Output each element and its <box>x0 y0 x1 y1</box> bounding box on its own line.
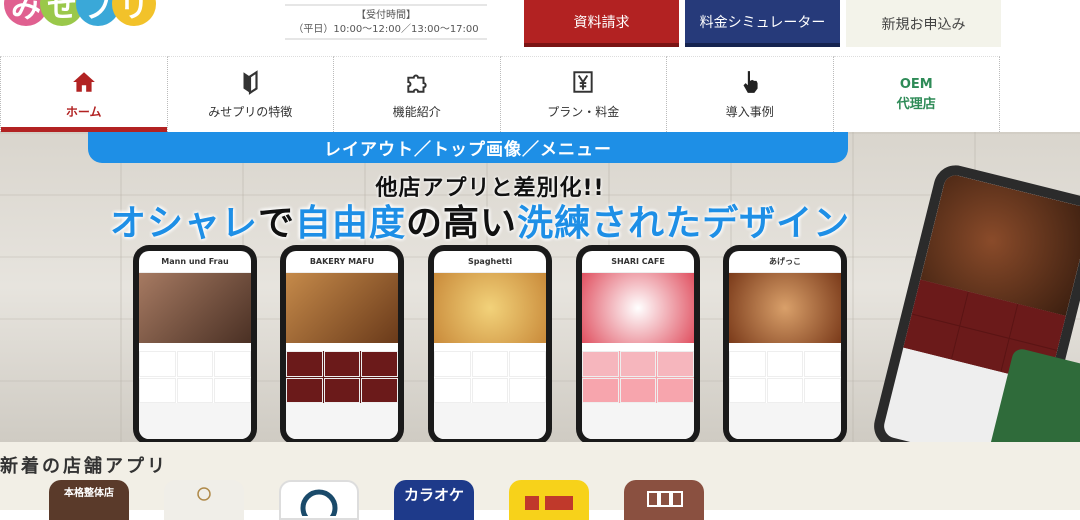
phone-hero-image <box>582 273 694 343</box>
phone-app-name: BAKERY MAFU <box>286 251 398 273</box>
phone-app-name: あげっこ <box>729 251 841 273</box>
app-icon[interactable] <box>509 480 589 520</box>
nav-item-cases[interactable]: 導入事例 <box>667 56 834 132</box>
nav-item-home[interactable]: ホーム <box>0 56 168 132</box>
headline-part: オシャレ <box>110 203 259 244</box>
new-apps-section: 新着の店舗アプリ 本格整体店 カラオケ <box>0 442 1080 520</box>
main-nav: ホーム みせプリの特徴 機能紹介 プラン・料金 導入事例 OEM 代理店 <box>0 56 1000 132</box>
flower-icon <box>197 487 211 501</box>
hours-title: 【受付時間】 <box>356 10 416 21</box>
headline-part: 自由度 <box>295 203 407 244</box>
nav-label-agency: 代理店 <box>896 96 936 112</box>
phone-hero-image <box>286 273 398 343</box>
headline-part: の高い <box>406 203 518 244</box>
misepri-logo[interactable]: み せ プ リ <box>0 0 160 27</box>
nav-label-home: ホーム <box>65 105 102 119</box>
phone-app-name: Mann und Frau <box>139 251 251 273</box>
home-icon <box>72 72 95 92</box>
price-simulator-button[interactable]: 料金シミュレーター <box>685 0 840 47</box>
headline-part: 洗練された <box>517 203 703 244</box>
nav-item-plans[interactable]: プラン・料金 <box>500 56 667 132</box>
nav-label-functions: 機能紹介 <box>392 105 441 119</box>
hours-text: （平日）10:00～12:00／13:00～17:00 <box>293 24 479 35</box>
hero-headline: オシャレで自由度の高い洗練されたデザイン <box>110 194 850 246</box>
phone-hero-image <box>434 273 546 343</box>
phone-mockup: Mann und Frau <box>133 245 257 442</box>
nav-label-cases: 導入事例 <box>725 105 774 119</box>
yen-icon <box>573 71 593 93</box>
app-icon[interactable]: 本格整体店 <box>49 480 129 520</box>
headline-part: デザイン <box>702 203 851 244</box>
nav-item-oem[interactable]: OEM 代理店 <box>833 56 1000 132</box>
app-icon[interactable] <box>279 480 359 520</box>
puzzle-icon <box>407 74 427 93</box>
nav-label-plans: プラン・料金 <box>547 105 620 119</box>
app-icon[interactable]: カラオケ <box>394 480 474 520</box>
phone-mockup: BAKERY MAFU <box>280 245 404 442</box>
phone-hero-image <box>729 273 841 343</box>
nav-label-oem: OEM <box>899 76 933 92</box>
clock-icon <box>300 489 338 516</box>
logo-bubble-4: リ <box>112 0 156 26</box>
phone-mockup: あげっこ <box>723 245 847 442</box>
phone-app-name: SHARI CAFE <box>582 251 694 273</box>
phone-app-name: Spaghetti <box>434 251 546 273</box>
request-materials-button[interactable]: 資料請求 <box>524 0 679 47</box>
business-hours: 【受付時間】 （平日）10:00～12:00／13:00～17:00 <box>285 4 487 40</box>
app-icon-label: 本格整体店 <box>64 488 114 499</box>
phone-hero-image <box>139 273 251 343</box>
app-icon[interactable] <box>624 480 704 520</box>
phone-mockup: SHARI CAFE <box>576 245 700 442</box>
hero-ribbon: レイアウト／トップ画像／メニュー <box>88 132 848 163</box>
headline-part: で <box>258 203 296 244</box>
nav-item-functions[interactable]: 機能紹介 <box>334 56 501 132</box>
pointer-hand-icon <box>743 71 758 93</box>
nav-item-features[interactable]: みせプリの特徴 <box>167 56 334 132</box>
nav-label-features: みせプリの特徴 <box>208 105 293 119</box>
app-icon[interactable] <box>164 480 244 520</box>
phone-mockup: Spaghetti <box>428 245 552 442</box>
hero-banner: レイアウト／トップ画像／メニュー 他店アプリと差別化!! オシャレで自由度の高い… <box>0 132 1080 442</box>
app-icon-label: カラオケ <box>403 486 464 504</box>
beginner-mark-icon <box>243 70 258 95</box>
window-icon <box>647 491 683 507</box>
new-application-button[interactable]: 新規お申込み <box>846 0 1001 47</box>
new-apps-title: 新着の店舗アプリ <box>0 456 168 477</box>
